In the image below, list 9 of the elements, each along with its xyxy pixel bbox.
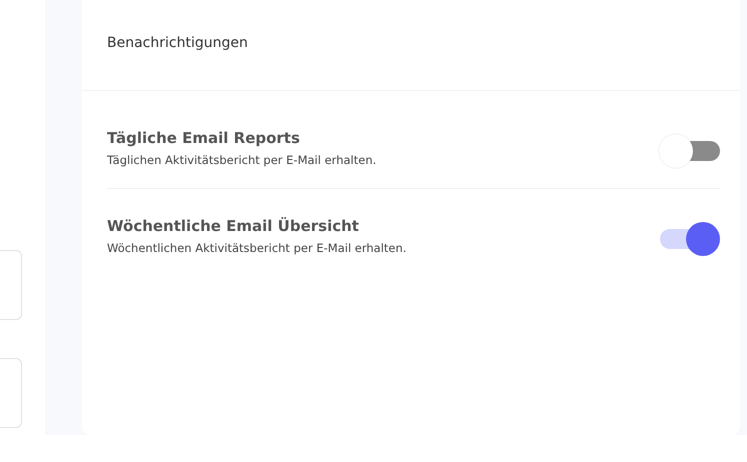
setting-title: Tägliche Email Reports [107,129,301,147]
toggle-switch[interactable] [658,132,720,168]
setting-description: Wöchentlichen Aktivitätsbericht per E-Mail erhalten. [107,240,408,257]
input-field[interactable] [0,250,22,320]
setting-description: Täglichen Aktivitätsbericht per E-Mail erhalten. [107,152,378,169]
card-title: Benachrichtigungen [107,34,248,50]
toggle-switch[interactable] [658,220,720,256]
input-field[interactable] [0,358,22,428]
setting-title: Wöchentliche Email Übersicht [107,217,360,235]
